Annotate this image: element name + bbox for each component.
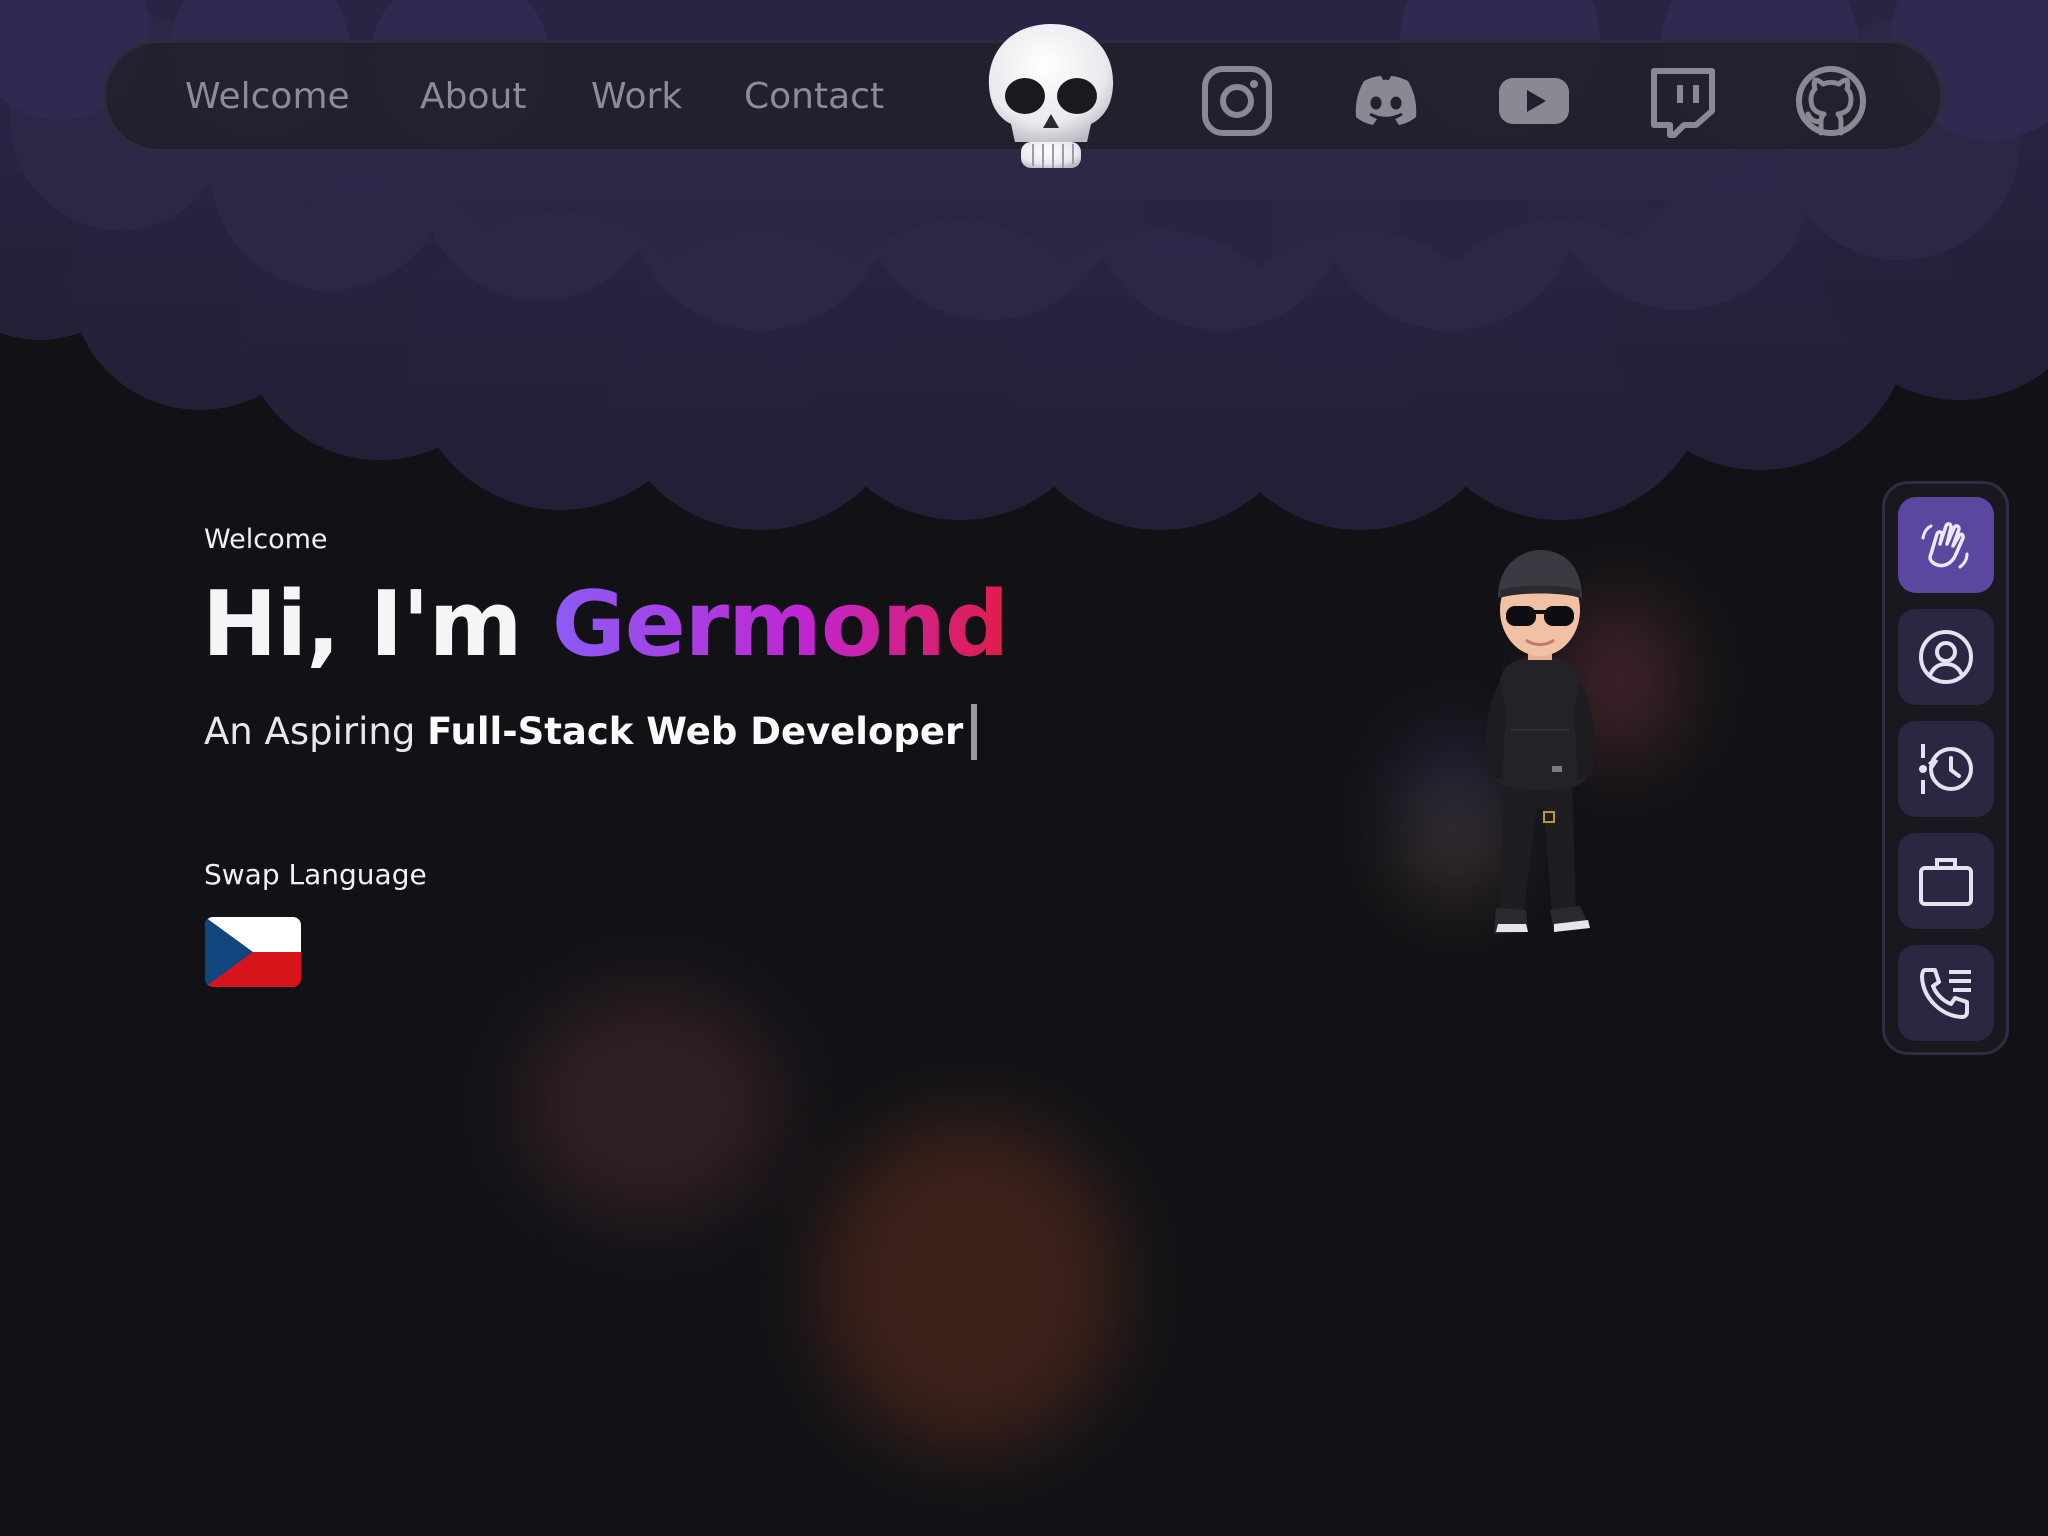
bokeh-blob (820, 1120, 1120, 1450)
twitch-icon[interactable] (1644, 63, 1720, 139)
hero-greeting: Hi, I'm (202, 572, 552, 677)
nav-link-contact[interactable]: Contact (744, 71, 884, 123)
hero-subtitle-emphasis: Full-Stack Web Developer (427, 710, 964, 753)
github-icon[interactable] (1793, 63, 1869, 139)
skull-icon[interactable] (981, 18, 1121, 178)
hero-name: Germond (551, 572, 1009, 677)
hero-headline: Hi, I'm Germond (202, 572, 1009, 677)
swap-language-label: Swap Language (204, 858, 427, 891)
discord-icon[interactable] (1348, 63, 1424, 139)
rail-button-contact[interactable] (1898, 945, 1994, 1041)
typing-caret (971, 704, 978, 760)
nav-link-welcome[interactable]: Welcome (185, 71, 350, 123)
youtube-icon[interactable] (1496, 63, 1572, 139)
hero-subtitle: An Aspiring Full-Stack Web Developer (204, 704, 978, 760)
nav-link-work[interactable]: Work (591, 71, 682, 123)
rail-button-about[interactable] (1898, 609, 1994, 705)
instagram-icon[interactable] (1199, 63, 1275, 139)
czech-flag-icon[interactable] (205, 917, 301, 987)
phone-list-icon (1920, 968, 1971, 1019)
user-circle-icon (1919, 630, 1973, 684)
avatar-illustration (1440, 540, 1640, 950)
side-rail (1882, 481, 2009, 1055)
waving-hand-icon (1921, 522, 1969, 569)
nav-link-about[interactable]: About (420, 71, 526, 123)
timeline-history-icon (1919, 744, 1973, 794)
page: Welcome About Work Contact Welcome Hi, I… (0, 0, 2048, 1536)
hero-kicker: Welcome (204, 524, 328, 555)
rail-button-work[interactable] (1898, 833, 1994, 929)
rail-button-welcome[interactable] (1898, 497, 1994, 593)
briefcase-icon (1919, 858, 1973, 906)
rail-button-experience[interactable] (1898, 721, 1994, 817)
hero-subtitle-prefix: An Aspiring (204, 710, 428, 753)
top-navbar: Welcome About Work Contact (103, 24, 1943, 168)
bokeh-blob (520, 990, 780, 1220)
